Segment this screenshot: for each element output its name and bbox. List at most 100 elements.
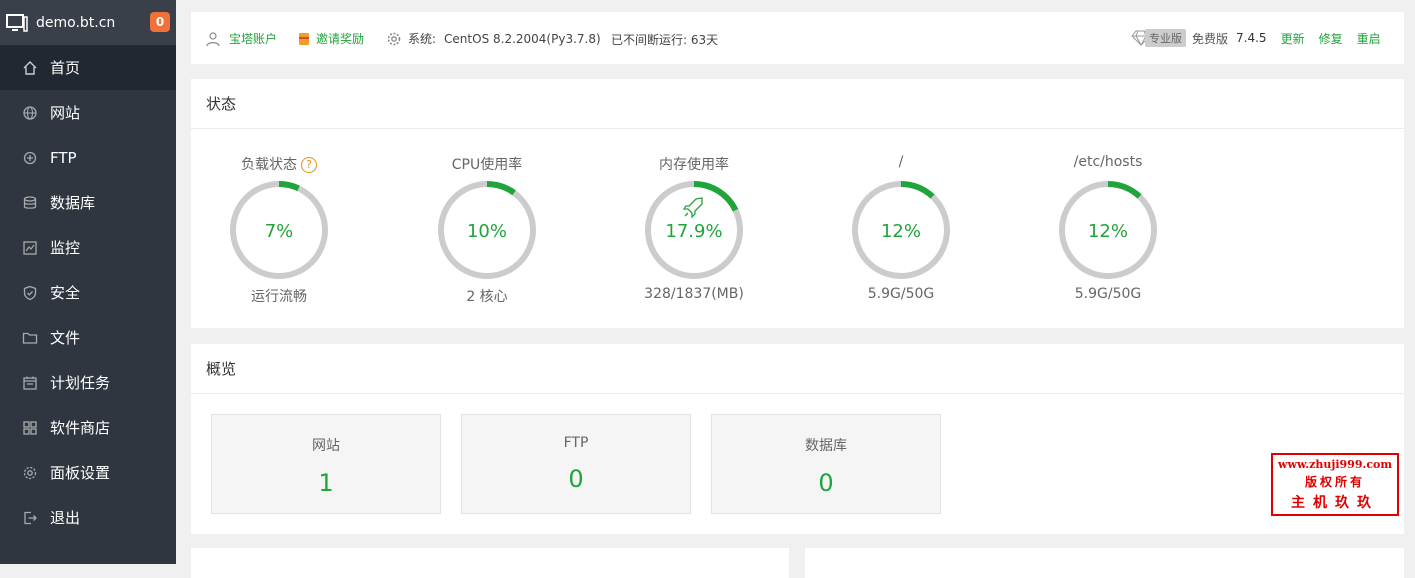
sidebar-item-cron[interactable]: 计划任务	[0, 360, 176, 405]
overview-card-label: 网站	[312, 438, 340, 454]
bottom-panel-right	[805, 548, 1404, 578]
gauge-disk-hosts[interactable]: /etc/hosts 12% 5.9G/50G	[1048, 154, 1168, 302]
overview-panel: 概览 网站 1 FTP 0 数据库 0	[191, 344, 1404, 534]
globe-icon	[22, 105, 38, 121]
folder-icon	[22, 330, 38, 346]
monitor-icon	[22, 240, 38, 256]
brand-host: demo.bt.cn	[36, 14, 116, 31]
sidebar-item-store[interactable]: 软件商店	[0, 405, 176, 450]
sidebar-item-label: 文件	[50, 329, 81, 347]
sidebar-item-label: 面板设置	[50, 464, 111, 482]
shield-icon	[22, 285, 38, 301]
database-icon	[22, 195, 38, 211]
gauge-value: 17.9%	[665, 221, 722, 242]
gauge-subtitle: 2 核心	[466, 289, 508, 305]
gauge-ring: 12%	[852, 181, 950, 279]
calendar-icon	[22, 375, 38, 391]
logout-icon	[22, 510, 38, 526]
overview-card-websites[interactable]: 网站 1	[211, 414, 441, 514]
overview-card-value: 1	[318, 469, 334, 497]
monitor-icon	[6, 13, 28, 32]
watermark-url: www.zhuji999.com	[1278, 458, 1392, 471]
update-button[interactable]: 更新	[1281, 30, 1305, 47]
system-label: 系统:	[408, 32, 437, 46]
sidebar-item-label: 安全	[50, 284, 81, 302]
overview-card-ftp[interactable]: FTP 0	[461, 414, 691, 514]
uptime-text: 已不间断运行: 63天	[611, 33, 719, 47]
gauge-value: 12%	[1088, 221, 1128, 242]
gauge-title: 负载状态	[241, 157, 297, 173]
repair-button[interactable]: 修复	[1319, 30, 1343, 47]
gauge-title: /	[898, 154, 904, 170]
brand-bar[interactable]: demo.bt.cn 0	[0, 0, 176, 45]
notification-badge[interactable]: 0	[150, 12, 170, 32]
gauge-cpu[interactable]: CPU使用率 10% 2 核心	[427, 154, 547, 306]
overview-card-database[interactable]: 数据库 0	[711, 414, 941, 514]
gauge-ring: 17.9%	[645, 181, 743, 279]
version-area: 专业版 免费版 7.4.5 更新 修复 重启	[1131, 29, 1381, 47]
status-title: 状态	[191, 79, 1404, 129]
pro-edition-tag[interactable]: 专业版	[1145, 29, 1186, 47]
help-icon[interactable]: ?	[301, 156, 317, 173]
sidebar-item-label: 软件商店	[50, 419, 111, 437]
gauge-ring: 12%	[1059, 181, 1157, 279]
account-link[interactable]: 宝塔账户	[205, 30, 277, 47]
home-icon	[22, 60, 38, 76]
sidebar-item-monitor[interactable]: 监控	[0, 225, 176, 270]
gear-icon	[22, 465, 38, 481]
gauge-subtitle: 5.9G/50G	[867, 286, 935, 302]
gauge-memory[interactable]: 内存使用率 17.9% 328/1837(MB)	[634, 154, 754, 302]
gauge-value: 10%	[467, 221, 507, 242]
rocket-icon	[682, 197, 703, 219]
invite-label: 邀请奖励	[316, 32, 365, 46]
sidebar: demo.bt.cn 0 首页 网站 FTP 数据库 监控 安全 文件 计划任务…	[0, 0, 176, 564]
gauge-disk-root[interactable]: / 12% 5.9G/50G	[841, 154, 961, 302]
sidebar-item-website[interactable]: 网站	[0, 90, 176, 135]
top-info-bar: 宝塔账户 邀请奖励 系统: CentOS 8.2.2004(Py3.7.8) 已…	[191, 12, 1404, 64]
gauge-subtitle: 328/1837(MB)	[644, 286, 744, 302]
gauge-ring: 10%	[438, 181, 536, 279]
watermark-copyright: 版权所有	[1304, 475, 1365, 489]
sidebar-item-settings[interactable]: 面板设置	[0, 450, 176, 495]
gauge-value: 12%	[881, 221, 921, 242]
sidebar-item-label: 监控	[50, 239, 81, 257]
gauge-value: 7%	[265, 221, 294, 242]
sidebar-item-files[interactable]: 文件	[0, 315, 176, 360]
overview-title: 概览	[191, 344, 1404, 394]
overview-card-label: FTP	[563, 435, 589, 451]
gauge-title: 内存使用率	[659, 157, 729, 173]
gauge-title: CPU使用率	[451, 157, 523, 173]
sidebar-item-ftp[interactable]: FTP	[0, 135, 176, 180]
sidebar-item-home[interactable]: 首页	[0, 45, 176, 90]
gauge-subtitle: 运行流畅	[251, 289, 307, 305]
sidebar-item-security[interactable]: 安全	[0, 270, 176, 315]
invite-link[interactable]: 邀请奖励	[296, 30, 364, 47]
gauge-subtitle: 5.9G/50G	[1074, 286, 1142, 302]
grid-icon	[22, 420, 38, 436]
overview-card-label: 数据库	[805, 438, 847, 454]
sidebar-item-label: 数据库	[50, 194, 96, 212]
sidebar-item-logout[interactable]: 退出	[0, 495, 176, 540]
watermark-brand: 主机玖玖	[1291, 495, 1379, 511]
gear-icon	[387, 32, 401, 45]
sidebar-item-label: 退出	[50, 509, 81, 527]
system-value: CentOS 8.2.2004(Py3.7.8)	[444, 31, 601, 46]
gauge-title: /etc/hosts	[1073, 154, 1143, 170]
gauge-ring: 7%	[230, 181, 328, 279]
version-number: 7.4.5	[1236, 31, 1267, 45]
sidebar-item-label: 计划任务	[50, 374, 111, 392]
system-info: 系统: CentOS 8.2.2004(Py3.7.8)	[386, 30, 601, 47]
user-icon	[206, 31, 220, 46]
sidebar-item-label: 网站	[50, 104, 81, 122]
bottom-panel-left	[191, 548, 789, 578]
sidebar-item-label: 首页	[50, 59, 81, 77]
sidebar-item-label: FTP	[50, 148, 77, 167]
gauge-load[interactable]: 负载状态? 7% 运行流畅	[219, 154, 339, 306]
sidebar-item-database[interactable]: 数据库	[0, 180, 176, 225]
ftp-icon	[22, 150, 38, 166]
overview-card-value: 0	[568, 465, 584, 493]
watermark-stamp: www.zhuji999.com 版权所有 主机玖玖	[1271, 453, 1399, 516]
restart-button[interactable]: 重启	[1357, 30, 1381, 47]
account-label: 宝塔账户	[229, 32, 278, 46]
overview-card-value: 0	[818, 469, 834, 497]
